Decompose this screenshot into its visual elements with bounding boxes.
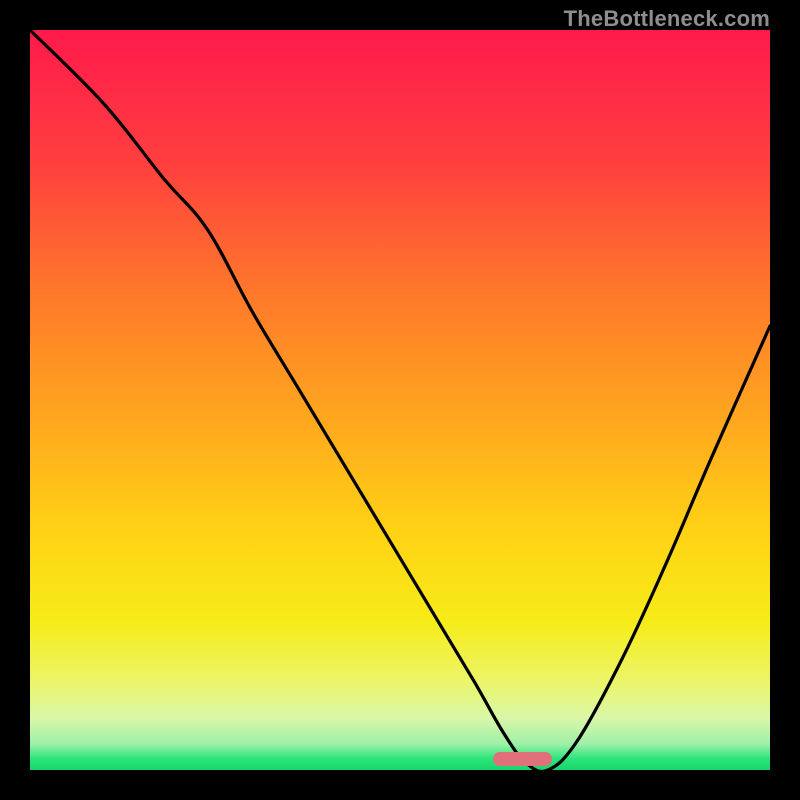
watermark-text: TheBottleneck.com (564, 6, 770, 32)
plot-area (30, 30, 770, 770)
bottleneck-curve (30, 30, 770, 770)
optimum-marker (493, 752, 552, 766)
chart-container: TheBottleneck.com (0, 0, 800, 800)
